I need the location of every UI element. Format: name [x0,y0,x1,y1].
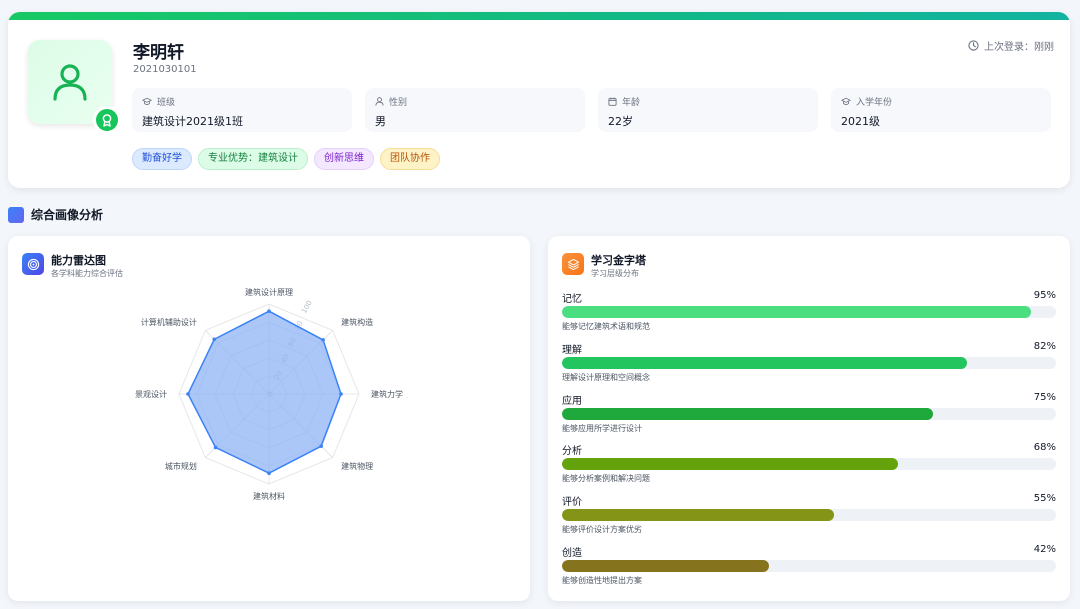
radar-axis-label: 建筑材料 [253,491,285,501]
radar-axis-label: 景观设计 [135,389,167,399]
pyramid-level-evaluate: 评价 55% 能够评价设计方案优劣 [562,493,1056,535]
profile-accent-bar [8,12,1070,20]
level-track [562,408,1056,420]
radar-data-point [186,392,190,396]
level-label: 记忆 [562,294,582,305]
section-title-text: 综合画像分析 [31,208,104,222]
award-icon [93,106,121,134]
info-age-value: 22岁 [608,115,633,128]
radar-axis-label: 建筑设计原理 [245,287,293,297]
level-label: 创造 [562,548,582,559]
calendar-icon [608,97,617,106]
info-age: 年龄 22岁 [598,88,818,132]
radar-axis-label: 城市规划 [165,461,197,471]
level-track [562,306,1056,318]
level-description: 能够评价设计方案优劣 [562,525,642,534]
radar-panel: 能力雷达图 各学科能力综合评估 020406080100建筑设计原理建筑构造建筑… [8,236,530,601]
radar-data-point [213,445,218,450]
radar-data-point [267,309,271,313]
user-icon [53,64,87,101]
info-age-label: 年龄 [622,98,641,108]
pyramid-level-create: 创造 42% 能够创造性地提出方案 [562,544,1056,586]
level-bar [562,458,898,470]
level-track [562,458,1056,470]
radar-axis-label: 建筑力学 [371,389,403,399]
level-track [562,357,1056,369]
level-label: 评价 [562,497,582,508]
level-track [562,509,1056,521]
info-class: 班级 建筑设计2021级1班 [132,88,352,132]
pyramid-title: 学习金字塔 [591,254,646,267]
graduation-cap-icon [142,97,152,105]
pyramid-level-analyze: 分析 68% 能够分析案例和解决问题 [562,442,1056,484]
last-login-text: 上次登录：刚刚 [984,42,1054,53]
info-gender: 性别 男 [365,88,585,132]
radar-tick-label: 100 [300,299,314,315]
level-bar [562,408,933,420]
tag-diligent[interactable]: 勤奋好学 [132,148,192,170]
info-enroll-year-value: 2021级 [841,115,880,128]
level-bar [562,357,968,369]
radar-data-point [321,338,325,342]
pyramid-level-apply: 应用 75% 能够应用所学进行设计 [562,392,1056,434]
level-description: 能够记忆建筑术语和规范 [562,322,650,331]
level-percent: 42% [1033,544,1056,555]
profile-card: 李明轩 2021030101 上次登录：刚刚 班级 建筑设计2021级1班 性别… [8,12,1070,188]
graduation-cap-icon [841,97,851,105]
level-label: 分析 [562,446,582,457]
info-enroll-year-label: 入学年份 [856,98,893,108]
tag-major-strength[interactable]: 专业优势：建筑设计 [198,148,308,170]
info-gender-value: 男 [375,115,386,128]
tag-teamwork[interactable]: 团队协作 [380,148,440,170]
level-percent: 68% [1033,442,1056,453]
radar-data-point [339,392,343,396]
tag-list: 勤奋好学 专业优势：建筑设计 创新思维 团队协作 [132,148,440,170]
info-class-label: 班级 [157,98,176,108]
user-icon [375,97,384,106]
last-login: 上次登录：刚刚 [968,38,1054,53]
radar-axis-label: 建筑物理 [341,461,373,471]
level-label: 理解 [562,345,582,356]
tag-innovative[interactable]: 创新思维 [314,148,374,170]
level-track [562,560,1056,572]
radar-axis-label: 建筑构造 [341,317,373,327]
radar-data-point [267,471,271,475]
level-percent: 82% [1033,341,1056,352]
pyramid-subtitle: 学习层级分布 [591,269,639,278]
section-marker-icon [8,206,24,223]
level-bar [562,509,834,521]
info-enroll-year: 入学年份 2021级 [831,88,1051,132]
level-bar [562,560,770,572]
clock-icon [968,40,979,51]
level-description: 理解设计原理和空间概念 [562,373,650,382]
level-percent: 55% [1033,493,1056,504]
info-class-value: 建筑设计2021级1班 [142,115,243,128]
level-label: 应用 [562,396,582,407]
level-description: 能够分析案例和解决问题 [562,474,650,483]
layers-icon [562,253,584,275]
level-description: 能够应用所学进行设计 [562,424,642,433]
radar-data-point [319,444,323,448]
student-id: 2021030101 [133,64,197,75]
info-gender-label: 性别 [389,98,408,108]
radar-data-point [212,337,217,342]
radar-chart: 020406080100建筑设计原理建筑构造建筑力学建筑物理建筑材料城市规划景观… [135,287,403,501]
level-percent: 75% [1033,392,1056,403]
radar-axis-label: 计算机辅助设计 [141,317,197,327]
section-title: 综合画像分析 [8,206,103,223]
level-bar [562,306,1032,318]
student-name: 李明轩 [133,43,184,63]
level-description: 能够创造性地提出方案 [562,576,642,585]
level-percent: 95% [1033,290,1056,301]
pyramid-level-memory: 记忆 95% 能够记忆建筑术语和规范 [562,290,1056,332]
pyramid-panel: 学习金字塔 学习层级分布 记忆 95% 能够记忆建筑术语和规范 理解 82% 理… [548,236,1070,601]
pyramid-level-understand: 理解 82% 理解设计原理和空间概念 [562,341,1056,383]
